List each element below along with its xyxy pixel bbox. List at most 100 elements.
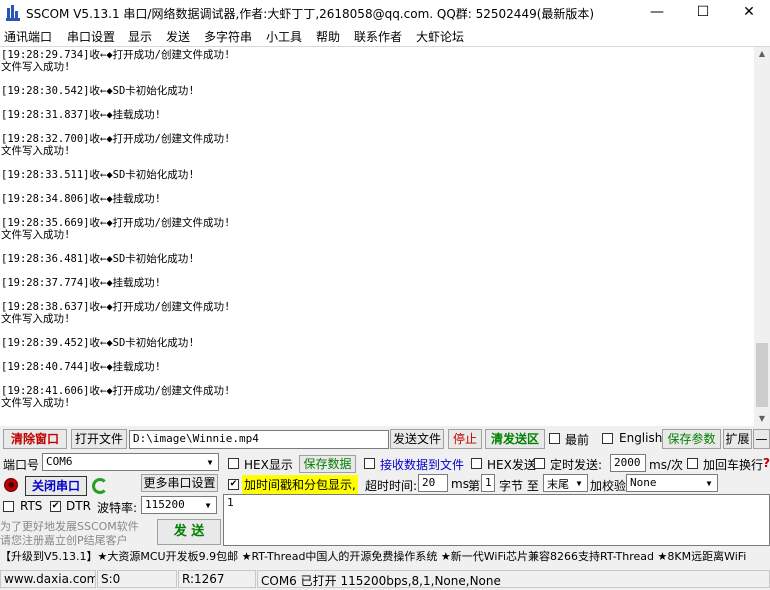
log-scrollbar[interactable]: ▲ ▼ <box>754 47 770 426</box>
maximize-button[interactable]: ☐ <box>680 0 726 26</box>
byte-start-suffix: 字节 至 <box>499 479 539 493</box>
menu-bar: 通讯端口 串口设置 显示 发送 多字符串 小工具 帮助 联系作者 大虾论坛 <box>0 26 770 47</box>
byte-end-value: 末尾 <box>547 478 569 491</box>
receive-log[interactable]: [19:28:29.734]收←◆打开成功/创建文件成功! 文件写入成功! [19:… <box>0 47 754 426</box>
port-select[interactable]: COM6 ▼ <box>42 453 219 471</box>
log-line: [19:28:32.700]收←◆打开成功/创建文件成功! <box>1 133 231 145</box>
app-logo-icon <box>6 5 20 21</box>
close-button[interactable]: ✕ <box>726 0 770 26</box>
log-line: [19:28:34.806]收←◆挂载成功! <box>1 193 161 205</box>
baud-select-value: 115200 <box>145 498 185 511</box>
scroll-thumb[interactable] <box>756 343 768 407</box>
status-sent-count: S:0 <box>97 570 177 588</box>
minimize-button[interactable]: — <box>634 0 680 26</box>
chevron-down-icon: ▼ <box>706 479 712 488</box>
send-file-button[interactable]: 发送文件 <box>390 429 444 449</box>
log-line-continuation: 文件写入成功! <box>1 61 71 73</box>
log-line: [19:28:40.744]收←◆挂载成功! <box>1 361 161 373</box>
menu-port-settings[interactable]: 串口设置 <box>67 28 115 45</box>
timestamp-checkbox[interactable]: ✔ <box>228 479 239 490</box>
checksum-value: None <box>630 476 657 489</box>
menu-comm-port[interactable]: 通讯端口 <box>4 28 52 45</box>
scroll-up-icon[interactable]: ▲ <box>754 47 770 61</box>
hex-display-label: HEX显示 <box>244 458 293 472</box>
status-recv-count: R:1267 <box>178 570 256 588</box>
log-line-continuation: 文件写入成功! <box>1 397 71 409</box>
interval-unit-label: ms/次 <box>649 458 683 472</box>
menu-forum[interactable]: 大虾论坛 <box>416 28 464 45</box>
checksum-label: 加校验 <box>590 479 627 493</box>
chevron-down-icon: ▼ <box>576 479 582 488</box>
recv-to-file-checkbox[interactable] <box>364 458 375 469</box>
log-line: [19:28:29.734]收←◆打开成功/创建文件成功! <box>1 49 231 61</box>
promo-ticker[interactable]: 【升级到V5.13.1】★大资源MCU开发板9.9包邮 ★RT-Thread中国… <box>0 548 770 566</box>
log-line: [19:28:30.542]收←◆SD卡初始化成功! <box>1 85 195 97</box>
log-line: [19:28:31.837]收←◆挂载成功! <box>1 109 161 121</box>
send-button[interactable]: 发 送 <box>157 519 221 545</box>
hex-send-checkbox[interactable] <box>471 458 482 469</box>
log-line-continuation: 文件写入成功! <box>1 229 71 241</box>
byte-start-input[interactable]: 1 <box>481 474 495 492</box>
menu-contact-author[interactable]: 联系作者 <box>354 28 402 45</box>
dtr-checkbox[interactable]: ✔ <box>50 501 61 512</box>
baud-select[interactable]: 115200 ▼ <box>141 496 217 514</box>
log-line-continuation: 文件写入成功! <box>1 145 71 157</box>
recv-to-file-label[interactable]: 接收数据到文件 <box>380 456 464 473</box>
timed-send-checkbox[interactable] <box>534 458 545 469</box>
timeout-unit-label: ms <box>451 477 469 491</box>
log-line: [19:28:36.481]收←◆SD卡初始化成功! <box>1 253 195 265</box>
timeout-input[interactable]: 20 <box>418 474 448 492</box>
baud-label: 波特率: <box>97 501 138 515</box>
menu-send[interactable]: 发送 <box>166 28 190 45</box>
dtr-label: DTR <box>66 499 91 513</box>
title-bar: SSCOM V5.13.1 串口/网络数据调试器,作者:大虾丁丁,2618058… <box>0 0 770 26</box>
topmost-label: 最前 <box>565 433 590 447</box>
expand-button[interactable]: 扩展 <box>723 429 752 449</box>
english-label: English <box>619 431 663 445</box>
save-data-button[interactable]: 保存数据 <box>299 455 356 473</box>
interval-input[interactable]: 2000 <box>610 454 646 472</box>
menu-tools[interactable]: 小工具 <box>266 28 302 45</box>
collapse-button[interactable]: — <box>753 429 770 449</box>
byte-start-prefix: 第 <box>468 479 481 493</box>
rts-checkbox[interactable] <box>3 501 14 512</box>
send-input[interactable]: 1 <box>223 494 770 546</box>
log-line: [19:28:37.774]收←◆挂载成功! <box>1 277 161 289</box>
menu-multi-string[interactable]: 多字符串 <box>204 28 252 45</box>
more-port-settings-button[interactable]: 更多串口设置 <box>141 474 218 492</box>
status-port-state: COM6 已打开 115200bps,8,1,None,None <box>257 570 770 588</box>
hex-send-label: HEX发送 <box>487 458 536 472</box>
promo-line-2: 请您注册嘉立创P结尾客户 <box>0 534 128 547</box>
log-line-continuation: 文件写入成功! <box>1 313 71 325</box>
menu-help[interactable]: 帮助 <box>316 28 340 45</box>
clear-send-area-button[interactable]: 清发送区 <box>485 429 545 449</box>
add-crlf-checkbox[interactable] <box>687 458 698 469</box>
close-port-button[interactable]: 关闭串口 <box>25 476 87 496</box>
byte-end-select[interactable]: 末尾 ▼ <box>543 474 588 492</box>
hex-display-checkbox[interactable] <box>228 458 239 469</box>
stop-button[interactable]: 停止 <box>448 429 482 449</box>
add-crlf-label: 加回车换行 <box>703 458 764 472</box>
port-status-icon <box>4 478 18 492</box>
timeout-label: 超时时间: <box>365 479 418 493</box>
save-params-button[interactable]: 保存参数 <box>662 429 721 449</box>
checksum-select[interactable]: None ▼ <box>626 474 718 492</box>
file-path-input[interactable]: D:\image\Winnie.mp4 <box>129 430 389 449</box>
help-icon[interactable]: ? <box>763 456 770 470</box>
refresh-icon[interactable] <box>92 478 108 494</box>
english-checkbox[interactable] <box>602 433 613 444</box>
port-select-value: COM6 <box>46 455 73 468</box>
topmost-checkbox[interactable] <box>549 433 560 444</box>
status-website[interactable]: www.daxia.com <box>0 570 96 588</box>
log-line: [19:28:33.511]收←◆SD卡初始化成功! <box>1 169 195 181</box>
timestamp-label: 加时间戳和分包显示, <box>242 475 358 494</box>
rts-label: RTS <box>20 499 43 513</box>
chevron-down-icon: ▼ <box>207 458 213 467</box>
log-line: [19:28:38.637]收←◆打开成功/创建文件成功! <box>1 301 231 313</box>
log-line: [19:28:39.452]收←◆SD卡初始化成功! <box>1 337 195 349</box>
open-file-button[interactable]: 打开文件 <box>71 429 127 449</box>
scroll-down-icon[interactable]: ▼ <box>754 412 770 426</box>
menu-display[interactable]: 显示 <box>128 28 152 45</box>
window-title: SSCOM V5.13.1 串口/网络数据调试器,作者:大虾丁丁,2618058… <box>26 7 595 21</box>
clear-window-button[interactable]: 清除窗口 <box>3 429 67 449</box>
